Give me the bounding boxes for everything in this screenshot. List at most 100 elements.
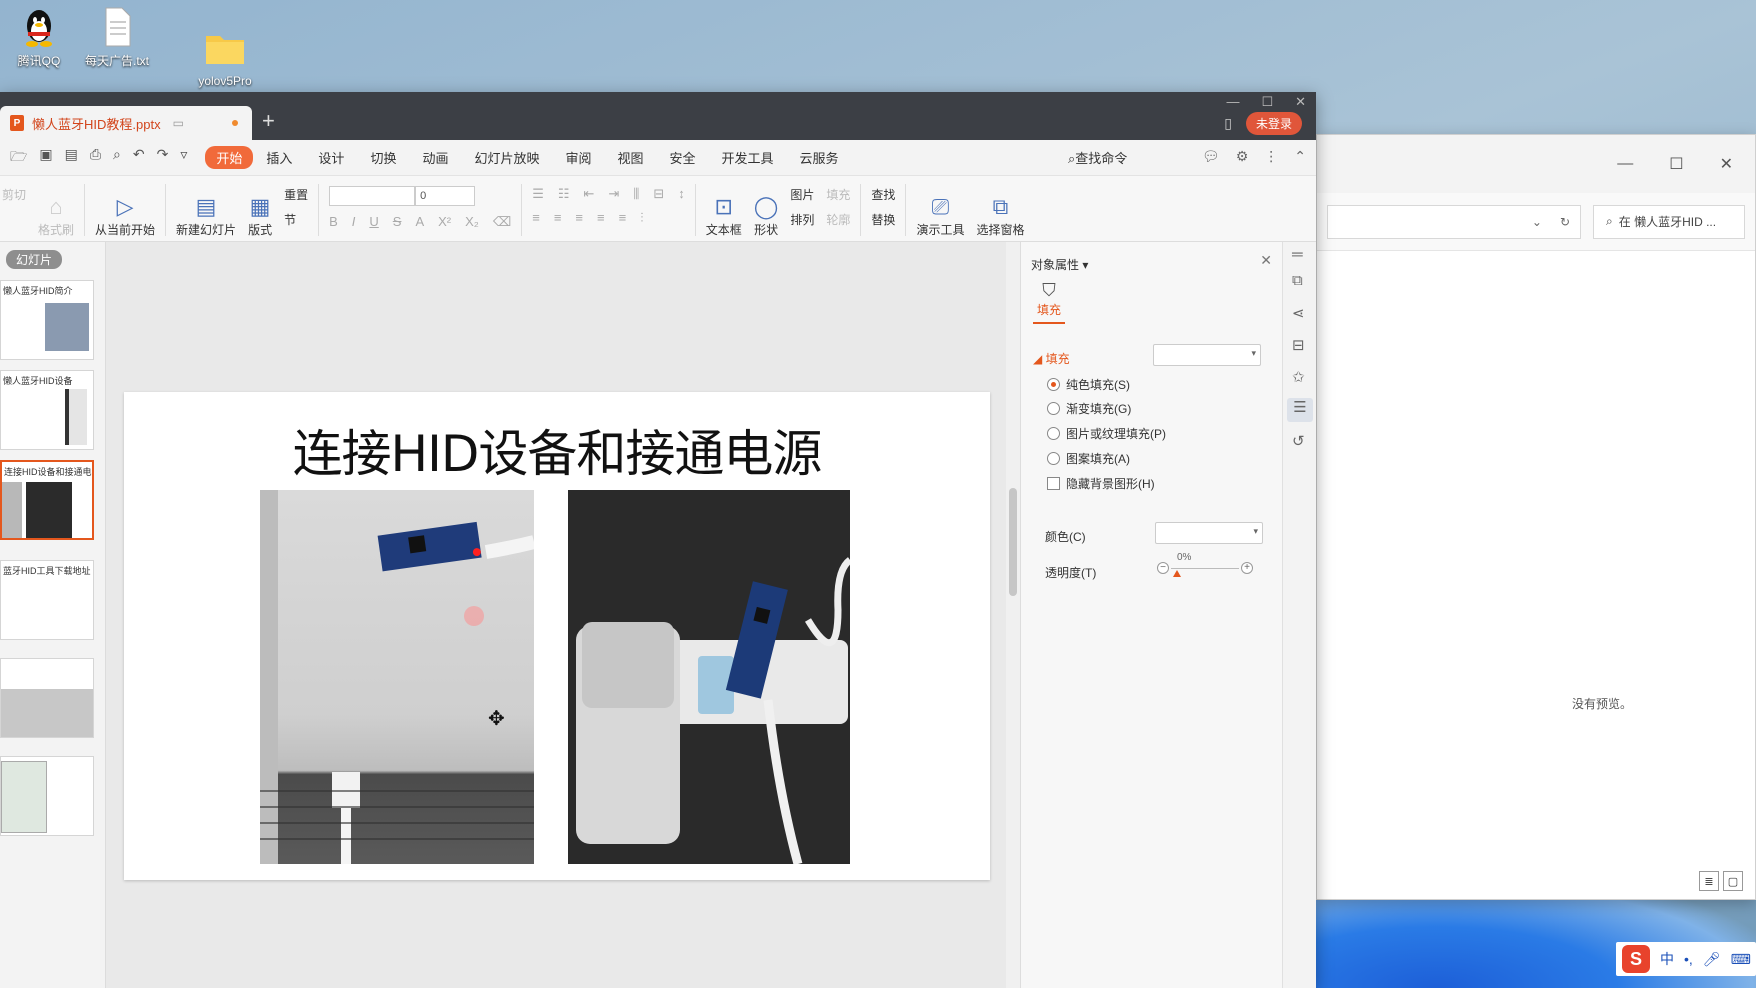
print-preview-icon[interactable]: ⌕ [113, 146, 121, 170]
monitor-icon[interactable]: ▭ [173, 116, 184, 130]
new-tab-button[interactable]: + [262, 108, 275, 134]
radio[interactable] [1047, 427, 1060, 440]
desktop-icon-qq[interactable]: 腾讯QQ [4, 6, 74, 69]
subscript-icon[interactable]: X₂ [465, 214, 479, 230]
properties-header[interactable]: 对象属性 ▾ [1031, 256, 1088, 273]
option-solid-fill[interactable]: 纯色填充(S) [1047, 376, 1130, 393]
text-direction-icon[interactable]: ⫼ [633, 186, 639, 202]
history-icon[interactable]: ↺ [1292, 432, 1305, 450]
menu-developer[interactable]: 开发工具 [709, 148, 787, 167]
distribute-icon[interactable]: ≡ [619, 210, 627, 226]
slide-thumbnail-1[interactable]: 懒人蓝牙HID简介 [0, 280, 94, 360]
slide-title[interactable]: 连接HID设备和接通电源 [124, 414, 990, 486]
menu-view[interactable]: 视图 [605, 148, 657, 167]
presenter-tools-button[interactable]: ⎚ 演示工具 [910, 182, 970, 238]
menu-cloud[interactable]: 云服务 [787, 148, 852, 167]
refresh-icon[interactable]: ↻ [1560, 215, 1570, 229]
slide-editing-canvas[interactable]: 连接HID设备和接通电源 [106, 242, 1006, 988]
slider-knob[interactable] [1173, 570, 1181, 577]
font-color-icon[interactable]: A [415, 214, 424, 230]
pdf-icon[interactable]: ▤ [65, 146, 78, 170]
selection-pane-button[interactable]: ⧉ 选择窗格 [970, 182, 1030, 238]
slide-thumbnail-3[interactable]: 连接HID设备和接通电源 [0, 460, 94, 540]
outline-button[interactable]: 轮廓 [826, 211, 850, 228]
fill-dropdown[interactable] [1153, 344, 1261, 366]
menu-design[interactable]: 设计 [305, 148, 357, 167]
align-text-icon[interactable]: ⊟ [653, 186, 664, 202]
find-command[interactable]: ⌕查找命令 [1068, 148, 1127, 167]
arrange-button[interactable]: 排列 [790, 211, 814, 228]
layout-button[interactable]: ▦ 版式 [242, 182, 278, 238]
radio[interactable] [1047, 402, 1060, 415]
maximize-icon[interactable]: ☐ [1669, 154, 1683, 174]
transparency-slider[interactable]: − 0% + [1157, 552, 1253, 578]
document-tab[interactable]: P 懒人蓝牙HID教程.pptx ▭ [0, 106, 252, 140]
columns-icon[interactable]: ⫶ [640, 210, 643, 226]
section-button[interactable]: 节 [284, 211, 308, 228]
open-icon[interactable]: 🗁︎ [10, 146, 27, 170]
punctuation-icon[interactable]: •, [1684, 951, 1693, 967]
slide-thumbnail-6[interactable] [0, 756, 94, 836]
numbered-list-icon[interactable]: ☷ [558, 186, 570, 202]
indent-increase-icon[interactable]: ⇥ [608, 186, 619, 202]
reset-button[interactable]: 重置 [284, 186, 308, 203]
close-icon[interactable]: ✕ [1295, 94, 1306, 110]
italic-icon[interactable]: I [352, 214, 356, 230]
minimize-icon[interactable]: — [1226, 94, 1239, 110]
checkbox[interactable] [1047, 477, 1060, 490]
desktop-icon-txt[interactable]: 每天广告.txt [82, 6, 152, 69]
desktop-icon-folder[interactable]: yolov5Pro [190, 28, 260, 88]
copy-icon[interactable]: ⧉ [1292, 272, 1303, 289]
fill-tab[interactable]: ⛉ 填充 [1033, 280, 1065, 324]
canvas-scrollbar[interactable] [1006, 242, 1020, 988]
color-dropdown[interactable] [1155, 522, 1263, 544]
picture-button[interactable]: 图片 [790, 186, 814, 203]
line-spacing-icon[interactable]: ↕ [678, 186, 685, 202]
strikethrough-icon[interactable]: S [393, 214, 402, 230]
redo-icon[interactable]: ↷ [157, 146, 169, 170]
menu-security[interactable]: 安全 [657, 148, 709, 167]
find-button[interactable]: 查找 [871, 186, 895, 203]
align-left-icon[interactable]: ≡ [532, 210, 540, 226]
align-center-icon[interactable]: ≡ [554, 210, 562, 226]
fill-section-header[interactable]: ◢ 填充 [1033, 350, 1070, 367]
format-painter-button[interactable]: ⌂ 格式刷 [32, 182, 80, 238]
minimize-icon[interactable]: — [1617, 155, 1633, 173]
slide-photo-board-on-laptop[interactable] [260, 490, 534, 864]
fill-button[interactable]: 填充 [826, 186, 850, 203]
superscript-icon[interactable]: X² [438, 214, 451, 230]
login-button[interactable]: 未登录 [1245, 112, 1302, 135]
radio-selected[interactable] [1047, 378, 1060, 391]
details-view-icon[interactable]: ≣ [1699, 871, 1719, 891]
save-icon[interactable]: ▣ [39, 146, 52, 170]
option-hide-background[interactable]: 隐藏背景图形(H) [1047, 475, 1155, 492]
print-icon[interactable]: ⎙ [90, 146, 101, 170]
chevron-down-icon[interactable]: ▿ [180, 146, 187, 170]
tiles-view-icon[interactable]: ▢ [1723, 871, 1743, 891]
font-size-field[interactable]: 0 [415, 186, 476, 206]
from-current-button[interactable]: ▷ 从当前开始 [89, 182, 161, 238]
collapse-icon[interactable]: ═ [1292, 246, 1303, 263]
option-gradient-fill[interactable]: 渐变填充(G) [1047, 400, 1131, 417]
option-picture-fill[interactable]: 图片或纹理填充(P) [1047, 425, 1166, 442]
close-icon[interactable]: ✕ [1260, 252, 1272, 269]
more-icon[interactable]: ⋮ [1264, 148, 1278, 165]
file-explorer-window[interactable]: — ☐ ✕ ⌄ ↻ ⌕ 在 懒人蓝牙HID ... 没有预览。 ≣ ▢ [1316, 134, 1756, 900]
justify-icon[interactable]: ≡ [597, 210, 605, 226]
archive-icon[interactable]: ⊟ [1292, 336, 1305, 354]
menu-review[interactable]: 审阅 [552, 148, 604, 167]
magic-icon[interactable]: ✩ [1292, 368, 1305, 386]
properties-icon[interactable]: ☰ [1287, 398, 1313, 422]
shape-button[interactable]: ◯ 形状 [748, 182, 785, 238]
collapse-ribbon-icon[interactable]: ⌃ [1294, 148, 1306, 165]
textbox-button[interactable]: ⊡ 文本框 [700, 182, 748, 238]
maximize-icon[interactable]: ☐ [1261, 94, 1273, 110]
menu-animation[interactable]: 动画 [409, 148, 461, 167]
undo-icon[interactable]: ↶ [133, 146, 145, 170]
menu-transition[interactable]: 切换 [357, 148, 409, 167]
bold-icon[interactable]: B [329, 214, 338, 230]
share-icon[interactable]: ⋖ [1292, 304, 1305, 322]
scrollbar-thumb[interactable] [1009, 488, 1017, 596]
tablet-mode-icon[interactable]: ▯ [1224, 115, 1232, 132]
plus-icon[interactable]: + [1241, 562, 1253, 574]
